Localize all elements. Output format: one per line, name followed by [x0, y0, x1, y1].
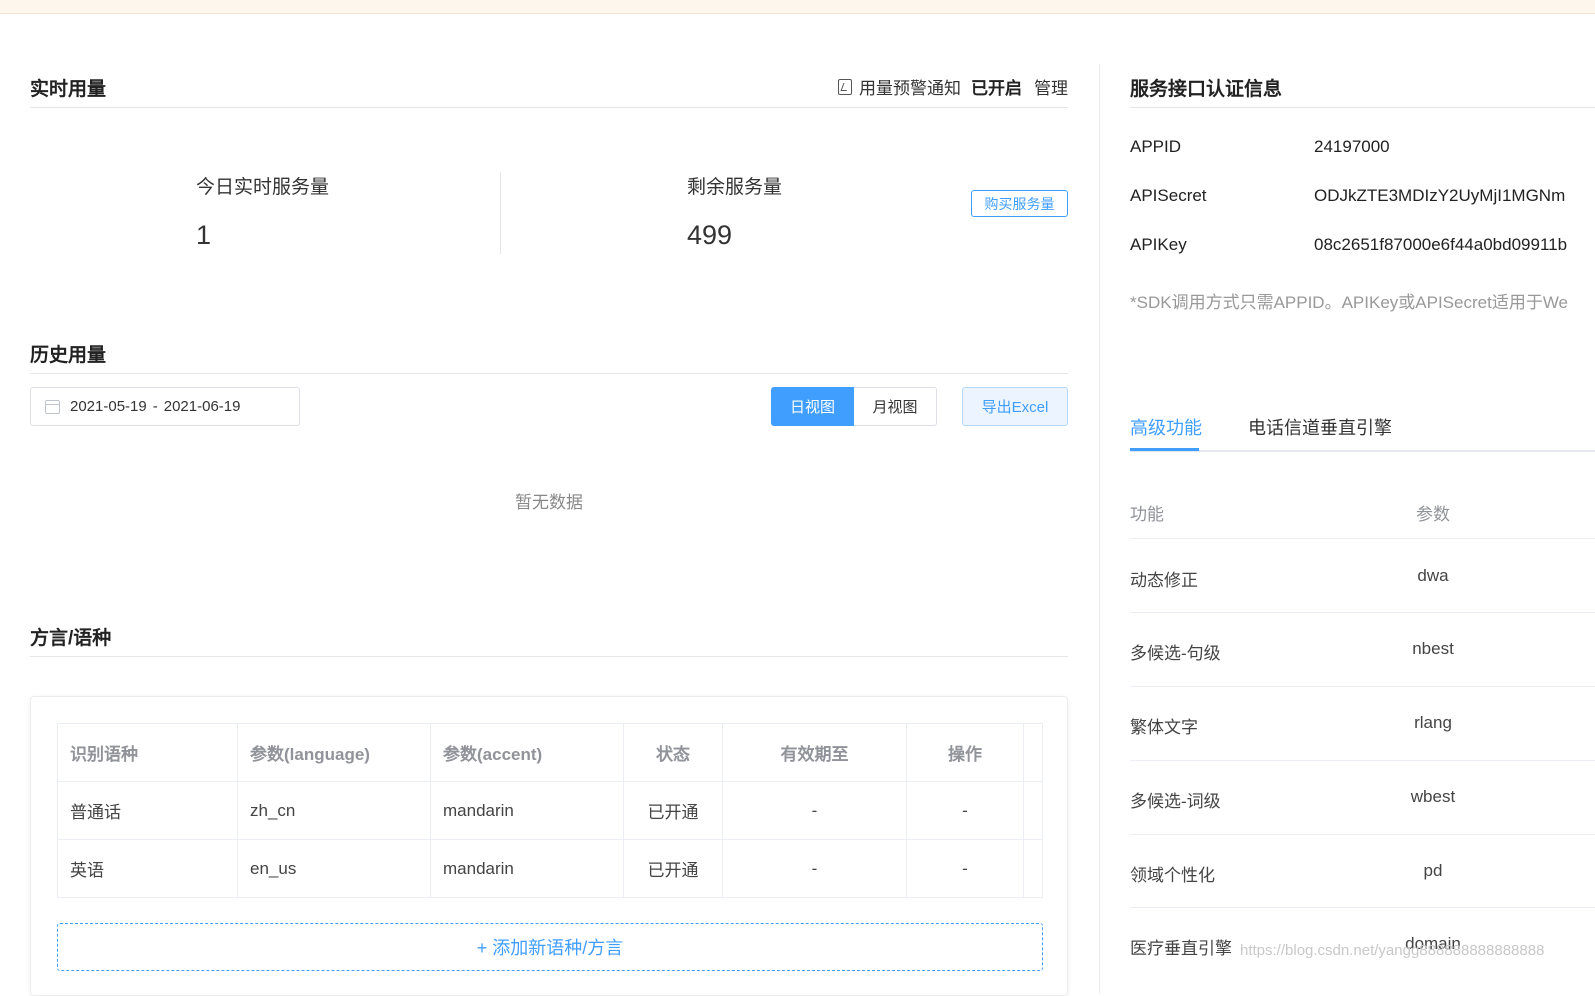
cell-action: - — [906, 781, 1024, 840]
alert-label: 用量预警通知 — [859, 79, 961, 98]
dialect-title: 方言/语种 — [30, 628, 112, 649]
date-separator: - — [152, 398, 158, 415]
feature-name: 多候选-句级 — [1130, 644, 1221, 663]
alert-status: 已开启 — [971, 79, 1022, 98]
add-language-button[interactable]: + 添加新语种/方言 — [57, 923, 1043, 971]
row-divider — [1130, 834, 1595, 835]
manage-link[interactable]: 管理 — [1034, 74, 1068, 99]
feature-name: 动态修正 — [1130, 571, 1198, 590]
today-label: 今日实时服务量 — [196, 177, 330, 198]
col-header-status: 状态 — [623, 723, 723, 782]
cred-key: APIKey — [1130, 235, 1187, 254]
day-view-button[interactable]: 日视图 — [771, 387, 854, 426]
table-row: 普通话 zh_cn mandarin 已开通 - - — [57, 781, 1043, 840]
page: 实时用量 用量预警通知 已开启 管理 今日实时服务量 1 剩余服务量 499 购… — [0, 14, 1595, 996]
usage-alert: 用量预警通知 已开启 管理 — [838, 74, 1068, 99]
history-title: 历史用量 — [30, 345, 107, 366]
no-data-text: 暂无数据 — [515, 493, 583, 512]
col-header-param-accent: 参数(accent) — [430, 723, 624, 782]
advanced-tabs: 高级功能 电话信道垂直引擎 — [1130, 414, 1595, 452]
row-divider — [1130, 760, 1595, 761]
cell-language: 普通话 — [57, 781, 238, 840]
date-start: 2021-05-19 — [70, 398, 147, 415]
top-notice-banner — [0, 0, 1595, 14]
feature-name: 多候选-词级 — [1130, 792, 1221, 811]
cred-key: APPID — [1130, 137, 1182, 156]
feature-param: pd — [1423, 861, 1443, 880]
cell-action: - — [906, 839, 1024, 898]
buy-service-button[interactable]: 购买服务量 — [971, 190, 1068, 217]
dialect-table: 识别语种 参数(language) 参数(accent) 状态 有效期至 操作 … — [57, 723, 1043, 898]
export-excel-button[interactable]: 导出Excel — [962, 387, 1068, 426]
col-header-action: 操作 — [906, 723, 1024, 782]
row-divider — [1130, 907, 1595, 908]
col-header-expiry: 有效期至 — [722, 723, 907, 782]
cell-status: 已开通 — [623, 839, 723, 898]
row-divider — [1130, 686, 1595, 687]
cell-param-language: en_us — [237, 839, 431, 898]
feature-param: rlang — [1414, 713, 1452, 732]
remaining-label: 剩余服务量 — [687, 177, 783, 198]
alert-icon — [838, 78, 852, 95]
realtime-title: 实时用量 — [30, 79, 107, 100]
cell-param-accent: mandarin — [430, 839, 624, 898]
date-range-picker[interactable]: 2021-05-19 - 2021-06-19 — [30, 387, 300, 426]
credentials-header: 服务接口认证信息 — [1130, 74, 1595, 108]
stat-divider — [500, 172, 501, 254]
table-row: 英语 en_us mandarin 已开通 - - — [57, 839, 1043, 898]
cred-key: APISecret — [1130, 186, 1207, 205]
right-column: 服务接口认证信息 APPID 24197000 APISecret ODJkZT… — [1130, 14, 1595, 988]
tab-advanced[interactable]: 高级功能 — [1130, 414, 1202, 440]
remaining-value: 499 — [687, 220, 733, 250]
cell-gutter — [1023, 839, 1043, 898]
left-column: 实时用量 用量预警通知 已开启 管理 今日实时服务量 1 剩余服务量 499 购… — [30, 14, 1068, 996]
col-header-gutter — [1023, 723, 1043, 782]
cred-value[interactable]: 24197000 — [1314, 137, 1390, 157]
feature-name: 繁体文字 — [1130, 718, 1198, 737]
row-divider — [1130, 538, 1595, 539]
history-header: 历史用量 — [30, 340, 1068, 374]
cell-language: 英语 — [57, 839, 238, 898]
date-end: 2021-06-19 — [163, 398, 241, 415]
active-tab-indicator — [1130, 448, 1199, 451]
tab-telephony-engine[interactable]: 电话信道垂直引擎 — [1248, 414, 1392, 440]
param-col-header: 参数 — [1416, 505, 1450, 524]
feature-param: wbest — [1410, 787, 1456, 806]
sdk-note: *SDK调用方式只需APPID。APIKey或APISecret适用于We — [1130, 293, 1569, 312]
table-header-row: 识别语种 参数(language) 参数(accent) 状态 有效期至 操作 — [57, 723, 1043, 782]
cell-expiry: - — [722, 781, 907, 840]
cell-status: 已开通 — [623, 781, 723, 840]
watermark-text: https://blog.csdn.net/yangg8888888888888… — [1240, 942, 1545, 959]
realtime-header: 实时用量 用量预警通知 已开启 管理 — [30, 74, 1068, 108]
credentials-title: 服务接口认证信息 — [1130, 79, 1283, 100]
feature-param: nbest — [1412, 639, 1454, 658]
feature-name: 医疗垂直引擎 — [1130, 939, 1232, 958]
cred-value[interactable]: ODJkZTE3MDIzY2UyMjI1MGNm — [1314, 186, 1565, 206]
today-value: 1 — [196, 220, 212, 250]
cell-param-language: zh_cn — [237, 781, 431, 840]
month-view-button[interactable]: 月视图 — [854, 387, 937, 426]
feature-name: 领域个性化 — [1130, 866, 1215, 885]
view-toggle: 日视图 月视图 — [771, 387, 937, 426]
cred-value[interactable]: 08c2651f87000e6f44a0bd09911b — [1314, 235, 1567, 255]
col-header-language: 识别语种 — [57, 723, 238, 782]
col-header-param-language: 参数(language) — [237, 723, 431, 782]
cell-gutter — [1023, 781, 1043, 840]
column-divider — [1099, 64, 1100, 994]
dialect-header: 方言/语种 — [30, 623, 1068, 657]
cell-param-accent: mandarin — [430, 781, 624, 840]
feature-param: dwa — [1417, 566, 1449, 585]
dialect-card: 识别语种 参数(language) 参数(accent) 状态 有效期至 操作 … — [30, 696, 1068, 996]
calendar-icon — [45, 399, 60, 414]
feature-col-header: 功能 — [1130, 505, 1164, 524]
cell-expiry: - — [722, 839, 907, 898]
row-divider — [1130, 612, 1595, 613]
